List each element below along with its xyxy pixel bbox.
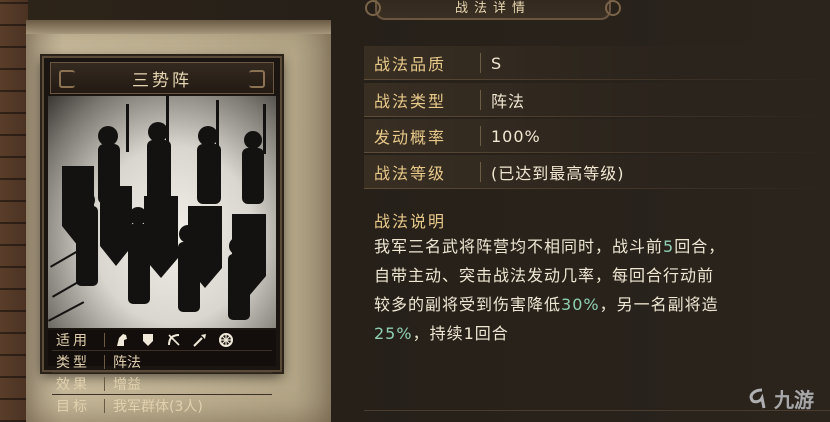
detail-value: S [491, 53, 503, 73]
ornament-left-icon [59, 70, 75, 88]
desc-text: 回合， [674, 237, 726, 256]
skill-card[interactable]: 三势阵 适用 类型 阵法 效果 增益 目标 我军群体(3人) [42, 56, 282, 415]
description-line-3: 较多的副将受到伤害降低30%，另一名副将造 [374, 290, 830, 319]
divider [104, 377, 105, 391]
stat-key: 目标 [56, 399, 90, 415]
divider [480, 90, 481, 110]
stat-key: 效果 [56, 377, 90, 393]
desc-highlight: 30% [561, 295, 600, 314]
detail-value: 阵法 [491, 92, 526, 111]
divider [480, 162, 481, 182]
divider [104, 355, 105, 369]
skill-description: 我军三名武将阵营均不相同时，战斗前5回合， 自带主动、突击战法发动几率，每回合行… [374, 232, 830, 348]
header-banner-text: 战法详情 [454, 1, 531, 16]
divider [104, 333, 105, 347]
row-underline [364, 152, 830, 153]
desc-text: 较多的副将受到伤害降低 [374, 295, 562, 314]
detail-row-probability: 发动概率 100% [364, 119, 830, 153]
archer-icon [165, 332, 183, 348]
watermark: 九游 [744, 384, 814, 413]
detail-label: 战法类型 [374, 92, 447, 111]
desc-text: 我军三名武将阵营均不相同时，战斗前 [374, 237, 664, 256]
header-banner: 战法详情 [365, 0, 621, 20]
soldiers-silhouette-icon [48, 96, 266, 322]
detail-row-quality: 战法品质 S [364, 46, 830, 80]
divider [104, 399, 105, 413]
skill-card-title: 三势阵 [50, 62, 274, 94]
stat-key: 适用 [56, 333, 90, 349]
stat-row-type: 类型 阵法 [52, 352, 272, 373]
row-underline [364, 116, 830, 117]
stat-value: 增益 [113, 377, 141, 393]
description-label: 战法说明 [374, 212, 447, 231]
detail-label: 战法品质 [374, 55, 447, 74]
brick-wall [0, 0, 28, 422]
skill-detail-screen: 战法详情 三势阵 适用 类型 阵法 效果 增益 目标 我军群体(3人) 战法品质… [0, 0, 830, 422]
siege-wheel-icon [217, 332, 235, 348]
watermark-text: 九游 [774, 388, 814, 412]
ornament-right-icon [249, 70, 265, 88]
description-line-4: 25%，持续1回合 [374, 319, 830, 348]
desc-highlight: 25% [374, 324, 413, 343]
stat-row-applicable: 适用 [52, 330, 272, 351]
stat-value: 阵法 [113, 355, 141, 371]
desc-text: ，持续1回合 [412, 324, 509, 343]
skill-card-art [48, 96, 276, 328]
row-underline [364, 188, 830, 189]
detail-row-type: 战法类型 阵法 [364, 83, 830, 117]
skill-name: 三势阵 [132, 70, 192, 91]
shield-infantry-icon [139, 332, 157, 348]
detail-label: 战法等级 [374, 164, 447, 183]
cavalry-icon [113, 332, 131, 348]
divider [480, 53, 481, 73]
detail-label: 发动概率 [374, 128, 447, 147]
unit-icons [113, 332, 235, 348]
stat-value: 我军群体(3人) [113, 399, 203, 415]
skill-card-stats: 适用 类型 阵法 效果 增益 目标 我军群体(3人) [48, 330, 276, 415]
stat-row-effect: 效果 增益 [52, 374, 272, 395]
stat-row-target: 目标 我军群体(3人) [52, 396, 272, 416]
divider [480, 126, 481, 146]
nine-game-logo-icon [749, 388, 766, 408]
desc-highlight: 5 [663, 237, 675, 256]
description-line-2: 自带主动、突击战法发动几率，每回合行动前 [374, 266, 715, 285]
spear-icon [191, 332, 209, 348]
detail-value: (已达到最高等级) [491, 164, 625, 183]
detail-value: 100% [491, 126, 541, 146]
desc-text: ，另一名副将造 [599, 295, 719, 314]
description-line-1: 我军三名武将阵营均不相同时，战斗前5回合， [374, 232, 830, 261]
stat-key: 类型 [56, 355, 90, 371]
row-underline [364, 79, 830, 80]
detail-row-level: 战法等级 (已达到最高等级) [364, 155, 830, 189]
